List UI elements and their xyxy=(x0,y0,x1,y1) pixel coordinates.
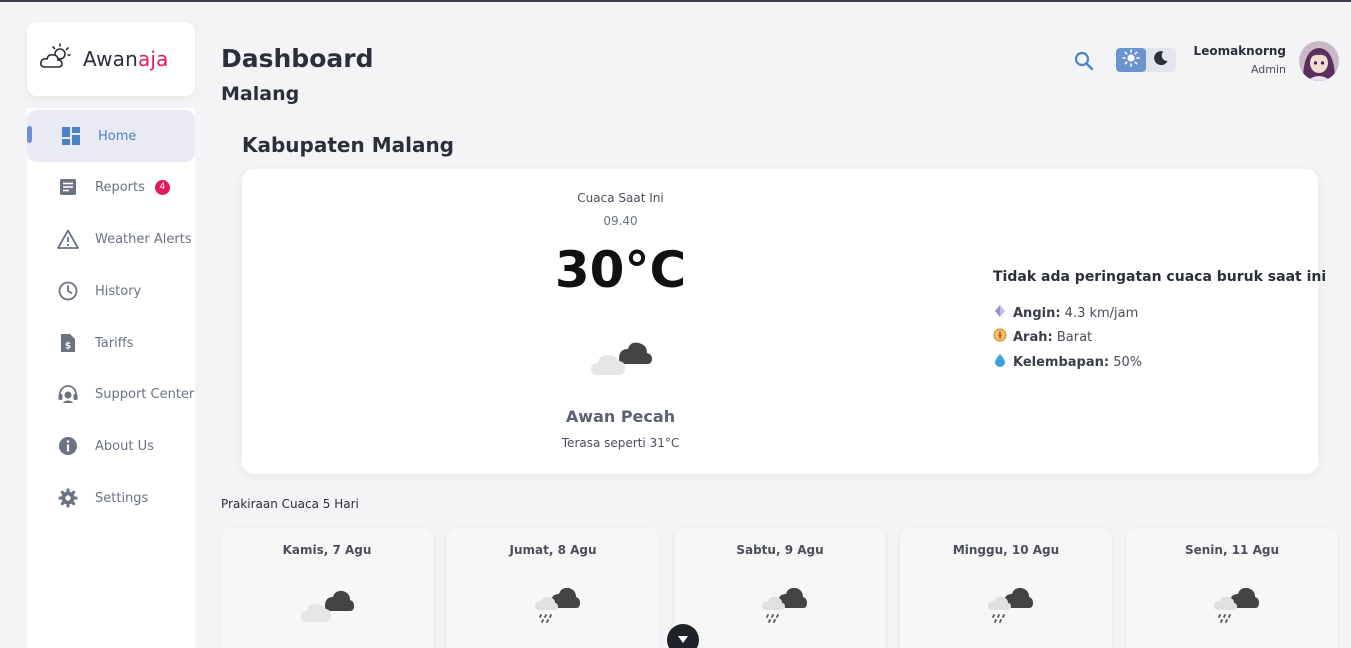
forecast-card[interactable]: Senin, 11 Agu xyxy=(1126,528,1338,648)
theme-toggle[interactable] xyxy=(1116,48,1176,72)
brand-logo-card[interactable]: Awanaja xyxy=(27,22,195,96)
user-name: Leomaknorng xyxy=(1193,44,1286,58)
feels-like: Terasa seperti 31°C xyxy=(561,436,680,450)
sidebar-item-label: Tariffs xyxy=(95,335,134,351)
support-headset-icon xyxy=(57,383,79,405)
forecast-card[interactable]: Kamis, 7 Agu xyxy=(221,528,433,648)
current-condition: Awan Pecah xyxy=(565,407,676,426)
rain-icon xyxy=(525,586,581,628)
broken-clouds-icon xyxy=(589,337,653,381)
forecast-day: Kamis, 7 Agu xyxy=(282,543,372,557)
active-indicator xyxy=(27,126,32,143)
forecast-card[interactable]: Jumat, 8 Agu xyxy=(447,528,659,648)
sidebar-item-label: History xyxy=(95,283,142,299)
sidebar-item-label: Weather Alerts xyxy=(95,231,192,247)
sidebar: Home Reports 4 Weather Alerts History $ … xyxy=(27,108,195,648)
sidebar-item-home[interactable]: Home xyxy=(27,110,195,162)
dashboard-icon xyxy=(60,125,82,147)
sidebar-item-about-us[interactable]: About Us xyxy=(27,420,195,472)
light-mode-button[interactable] xyxy=(1116,48,1146,72)
cloud-sun-logo-icon xyxy=(39,43,71,75)
rain-icon xyxy=(978,586,1034,628)
scroll-down-button[interactable] xyxy=(667,624,699,648)
wind-icon xyxy=(993,304,1007,322)
svg-text:$: $ xyxy=(65,342,71,352)
gear-icon xyxy=(57,487,79,509)
forecast-card[interactable]: Minggu, 10 Agu xyxy=(900,528,1112,648)
droplet-icon xyxy=(993,353,1007,371)
region-title: Kabupaten Malang xyxy=(242,133,454,157)
report-icon xyxy=(57,176,79,198)
sidebar-item-label: Settings xyxy=(95,490,149,506)
search-icon xyxy=(1072,51,1096,77)
sidebar-item-label: Home xyxy=(98,128,137,144)
humidity-detail: Kelembapan: 50% xyxy=(993,353,1142,371)
forecast-day: Minggu, 10 Agu xyxy=(952,543,1060,557)
forecast-day: Senin, 11 Agu xyxy=(1184,543,1279,557)
current-time: 09.40 xyxy=(603,214,638,228)
avatar[interactable] xyxy=(1299,41,1339,81)
rain-icon xyxy=(752,586,808,628)
sidebar-item-settings[interactable]: Settings xyxy=(27,472,195,524)
sun-icon xyxy=(1122,49,1140,71)
sidebar-item-reports[interactable]: Reports 4 xyxy=(27,161,195,213)
clock-icon xyxy=(57,280,79,302)
current-weather-label: Cuaca Saat Ini xyxy=(577,191,664,205)
user-role: Admin xyxy=(1250,63,1286,76)
sidebar-item-tariffs[interactable]: $ Tariffs xyxy=(27,317,195,369)
sidebar-item-label: About Us xyxy=(95,438,154,454)
forecast-title: Prakiraan Cuaca 5 Hari xyxy=(221,497,359,511)
sidebar-item-history[interactable]: History xyxy=(27,265,195,317)
chevron-down-icon xyxy=(676,631,690,648)
weather-alert-status: Tidak ada peringatan cuaca buruk saat in… xyxy=(993,269,1327,285)
dark-mode-button[interactable] xyxy=(1146,48,1176,72)
current-temperature: 30°C xyxy=(554,241,687,299)
broken-clouds-icon xyxy=(299,586,355,628)
page-subtitle: Malang xyxy=(221,83,300,105)
rain-icon xyxy=(1204,586,1260,628)
window-top-border xyxy=(0,0,1351,2)
sidebar-item-weather-alerts[interactable]: Weather Alerts xyxy=(27,213,195,265)
reports-count-badge: 4 xyxy=(154,179,170,195)
forecast-day: Jumat, 8 Agu xyxy=(509,543,597,557)
search-button[interactable] xyxy=(1072,49,1096,73)
info-icon xyxy=(57,435,79,457)
tariff-document-icon: $ xyxy=(57,332,79,354)
forecast-card[interactable]: Sabtu, 9 Agu xyxy=(674,528,886,648)
wind-detail: Angin: 4.3 km/jam xyxy=(993,304,1138,322)
direction-detail: Arah: Barat xyxy=(993,328,1092,346)
forecast-day: Sabtu, 9 Agu xyxy=(736,543,824,557)
current-weather-card: Cuaca Saat Ini 09.40 30°C Awan Pecah Ter… xyxy=(242,169,1326,474)
sidebar-item-support-center[interactable]: Support Center xyxy=(27,368,195,420)
sidebar-item-label: Support Center xyxy=(95,386,195,402)
brand-name: Awanaja xyxy=(83,47,169,71)
page-title: Dashboard xyxy=(221,44,374,73)
compass-icon xyxy=(993,328,1007,346)
moon-icon xyxy=(1153,50,1169,70)
sidebar-item-label: Reports xyxy=(95,179,145,195)
warning-icon xyxy=(57,228,79,250)
